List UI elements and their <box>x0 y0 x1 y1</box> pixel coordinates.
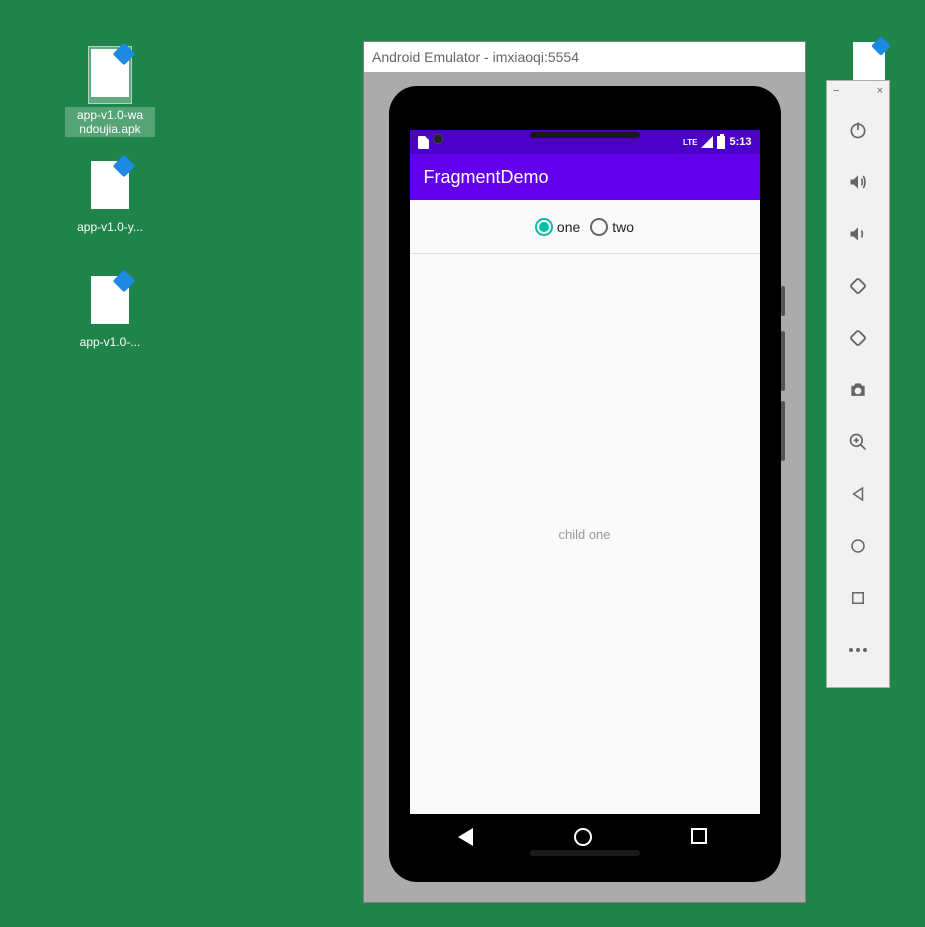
radio-one[interactable]: one <box>535 218 580 236</box>
rotate-left-button[interactable] <box>847 275 869 297</box>
nav-home-button[interactable] <box>574 828 594 848</box>
zoom-button[interactable] <box>847 431 869 453</box>
toolbar-recents-button[interactable] <box>847 587 869 609</box>
phone-side-button <box>781 286 785 316</box>
app-bar: FragmentDemo <box>410 154 760 200</box>
phone-camera <box>433 134 443 144</box>
lte-label: LTE <box>683 138 698 147</box>
phone-speaker <box>530 850 640 856</box>
power-button[interactable] <box>847 119 869 141</box>
volume-up-button[interactable] <box>847 171 869 193</box>
desktop-icon-apk-3[interactable]: app-v1.0-... <box>65 273 155 350</box>
nav-back-button[interactable] <box>458 828 478 848</box>
phone-side-button <box>781 401 785 461</box>
emulator-title-text: Android Emulator - imxiaoqi:5554 <box>372 49 579 65</box>
file-icon <box>88 273 132 331</box>
toolbar-more-button[interactable] <box>847 639 869 661</box>
radio-label: one <box>557 219 580 235</box>
app-title: FragmentDemo <box>424 167 549 188</box>
content-text: child one <box>558 527 610 542</box>
phone-frame: LTE 5:13 FragmentDemo one <box>389 86 781 882</box>
phone-speaker <box>530 132 640 138</box>
radio-label: two <box>612 219 634 235</box>
phone-screen[interactable]: LTE 5:13 FragmentDemo one <box>410 130 760 862</box>
minimize-button[interactable]: − <box>833 85 839 97</box>
desktop-icon-apk-1[interactable]: app-v1.0-wa ndoujia.apk <box>65 46 155 137</box>
file-icon <box>88 46 132 104</box>
more-icon <box>849 648 867 652</box>
home-icon <box>574 828 592 846</box>
radio-two[interactable]: two <box>590 218 634 236</box>
nav-recents-button[interactable] <box>691 828 711 848</box>
toolbar-back-button[interactable] <box>847 483 869 505</box>
back-icon <box>458 828 473 846</box>
emulator-window[interactable]: Android Emulator - imxiaoqi:5554 LTE <box>363 41 806 903</box>
file-icon <box>88 158 132 216</box>
radio-icon <box>590 218 608 236</box>
emulator-window-title[interactable]: Android Emulator - imxiaoqi:5554 <box>364 42 805 72</box>
volume-down-button[interactable] <box>847 223 869 245</box>
desktop-icon-label: app-v1.0-y... <box>75 219 145 235</box>
recents-icon <box>691 828 707 844</box>
camera-button[interactable] <box>847 379 869 401</box>
desktop-file-icon[interactable] <box>853 42 885 82</box>
emulator-side-toolbar: − × <box>826 80 890 688</box>
signal-icon <box>701 136 713 148</box>
battery-icon <box>717 136 725 149</box>
clock-text: 5:13 <box>729 136 751 148</box>
radio-group: one two <box>410 200 760 254</box>
desktop-icon-label: app-v1.0-... <box>78 334 143 350</box>
fragment-content: child one <box>410 254 760 814</box>
toolbar-home-button[interactable] <box>847 535 869 557</box>
phone-side-button <box>781 331 785 391</box>
desktop-icon-label: app-v1.0-wa ndoujia.apk <box>65 107 155 137</box>
emulator-body: LTE 5:13 FragmentDemo one <box>364 72 805 902</box>
desktop-icon-apk-2[interactable]: app-v1.0-y... <box>65 158 155 235</box>
close-button[interactable]: × <box>877 85 883 97</box>
radio-icon <box>535 218 553 236</box>
sim-icon <box>418 136 429 149</box>
rotate-right-button[interactable] <box>847 327 869 349</box>
